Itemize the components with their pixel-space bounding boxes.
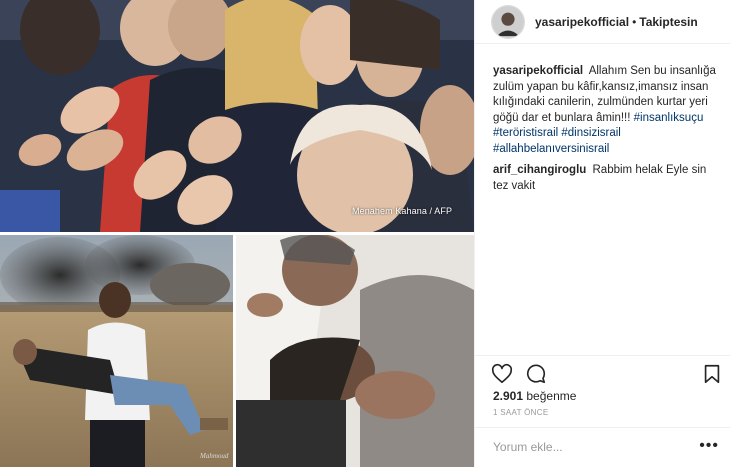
- collage-image: [0, 0, 474, 467]
- heart-icon[interactable]: [491, 363, 513, 385]
- likes-number: 2.901: [493, 389, 524, 403]
- more-dots-icon[interactable]: •••: [699, 438, 719, 454]
- bookmark-icon[interactable]: [701, 363, 723, 385]
- avatar-image: [492, 5, 524, 38]
- caption: yasaripekofficial Allahım Sen bu insanlı…: [493, 64, 721, 157]
- hashtag[interactable]: #dinsizisrail: [561, 127, 620, 139]
- hashtag[interactable]: #teröristisrail: [493, 127, 558, 139]
- post-sidebar: yasaripekofficial • Takiptesin yasaripekof…: [474, 0, 730, 467]
- header-separator: •: [632, 14, 637, 29]
- avatar[interactable]: [491, 4, 525, 39]
- hashtag[interactable]: #allahbelanıversinisrail: [493, 143, 609, 155]
- photo-credit: Menahem Kahana / AFP: [352, 206, 453, 216]
- caption-username[interactable]: yasaripekofficial: [493, 65, 583, 77]
- photo-signature: Mahmoud: [200, 452, 229, 460]
- post-photo[interactable]: Menahem Kahana / AFP Mahmoud: [0, 0, 474, 467]
- add-comment-bar: •••: [475, 427, 730, 467]
- comment-bubble-icon[interactable]: [525, 363, 547, 385]
- hashtag[interactable]: #insanlıksuçu: [634, 112, 704, 124]
- comment-item: arif_cihangiroglu Rabbim helak Eyle sin …: [493, 163, 721, 194]
- action-bar: [475, 355, 730, 391]
- post-timestamp[interactable]: 1 SAAT ÖNCE: [493, 408, 548, 417]
- likes-label: beğenme: [526, 389, 577, 403]
- comment-username[interactable]: arif_cihangiroglu: [493, 164, 586, 176]
- comments-list: yasaripekofficial Allahım Sen bu insanlı…: [493, 64, 721, 200]
- header-username[interactable]: yasaripekofficial: [535, 15, 629, 29]
- comment-input[interactable]: [493, 436, 693, 458]
- likes-count[interactable]: 2.901 beğenme: [493, 389, 576, 403]
- post-header: yasaripekofficial • Takiptesin: [475, 0, 730, 44]
- follow-status-button[interactable]: Takiptesin: [639, 15, 697, 29]
